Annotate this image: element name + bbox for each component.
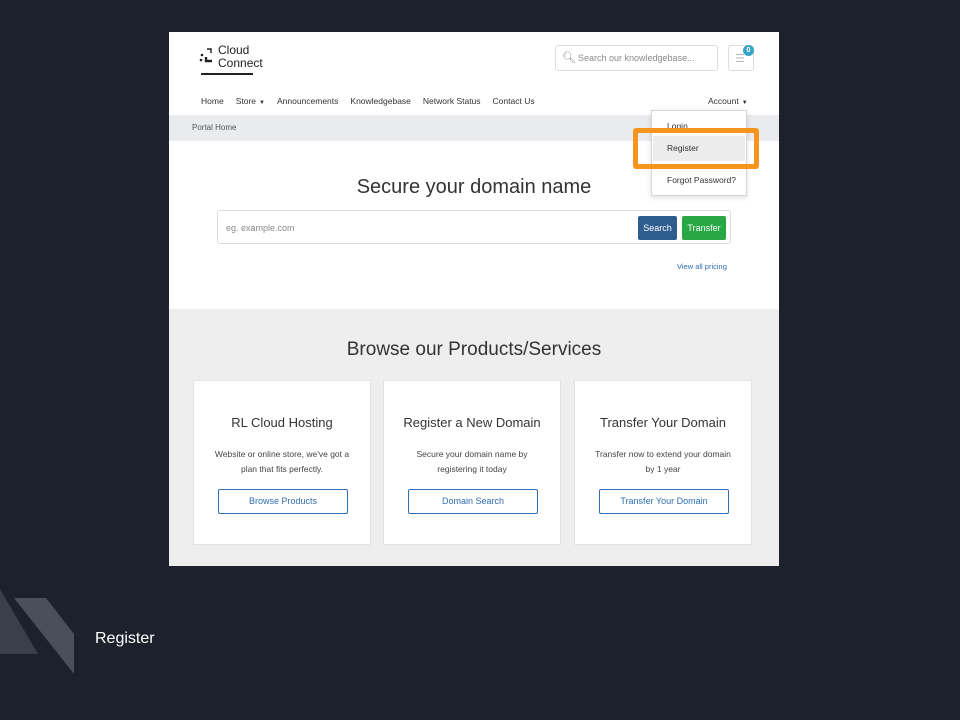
card-description: Website or online store, we've got a pla… <box>214 449 350 474</box>
card-title: RL Cloud Hosting <box>231 415 333 430</box>
decorative-stripes <box>0 572 74 674</box>
knowledgebase-search[interactable]: 🔍︎ <box>555 45 718 71</box>
card-description: Transfer now to extend your domain by 1 … <box>595 449 731 474</box>
nav-network-status[interactable]: Network Status <box>423 96 481 110</box>
register-callout-box <box>633 128 759 169</box>
portal-screenshot: Cloud Connect 🔍︎ ☰ 0 Home Store▼ Announc… <box>169 32 779 566</box>
breadcrumb-portal-home[interactable]: Portal Home <box>192 123 236 132</box>
logo-wordmark: Cloud Connect <box>218 43 263 70</box>
main-nav: Home Store ▼ Announcements Knowledgebase … <box>201 96 535 110</box>
domain-search-box: Search Transfer <box>217 210 731 244</box>
card-description: Secure your domain name by registering i… <box>416 449 528 474</box>
nav-home[interactable]: Home <box>201 96 224 110</box>
nav-knowledgebase[interactable]: Knowledgebase <box>350 96 411 110</box>
knowledgebase-search-input[interactable] <box>578 47 713 69</box>
nav-store[interactable]: Store ▼ <box>236 96 265 110</box>
domain-transfer-button[interactable]: Transfer <box>682 216 726 240</box>
nav-store-label: Store <box>235 96 257 106</box>
view-all-pricing-link[interactable]: View all pricing <box>677 262 727 271</box>
cart-count-badge: 0 <box>743 45 754 56</box>
products-section: Browse our Products/Services RL Cloud Ho… <box>169 309 779 566</box>
product-card-hosting: RL Cloud Hosting Website or online store… <box>193 380 371 545</box>
product-card-register-domain: Register a New Domain Secure your domain… <box>383 380 561 545</box>
cloud-connect-logo[interactable]: Cloud Connect <box>199 44 269 76</box>
search-icon: 🔍︎ <box>562 52 576 64</box>
account-label: Account <box>708 96 739 106</box>
domain-input[interactable] <box>226 219 626 237</box>
cart-button[interactable]: ☰ 0 <box>728 45 754 71</box>
card-title: Transfer Your Domain <box>600 415 726 430</box>
account-menu-toggle[interactable]: Account ▼ <box>708 96 748 106</box>
chevron-down-icon: ▼ <box>259 100 265 106</box>
products-title: Browse our Products/Services <box>346 339 602 360</box>
nav-announcements[interactable]: Announcements <box>277 96 338 110</box>
chevron-down-icon: ▼ <box>741 100 748 106</box>
domain-search-button[interactable]: Search <box>638 216 677 240</box>
slide-caption: Register <box>95 630 155 647</box>
hero-title: Secure your domain name <box>356 176 592 198</box>
browse-products-button[interactable]: Browse Products <box>218 489 348 514</box>
transfer-your-domain-button[interactable]: Transfer Your Domain <box>599 489 729 514</box>
logo-mark-icon <box>199 48 212 63</box>
product-card-transfer-domain: Transfer Your Domain Transfer now to ext… <box>574 380 752 545</box>
nav-contact-us[interactable]: Contact Us <box>493 96 535 110</box>
domain-search-card-button[interactable]: Domain Search <box>408 489 538 514</box>
card-title: Register a New Domain <box>403 415 541 430</box>
logo-underline <box>201 73 253 75</box>
